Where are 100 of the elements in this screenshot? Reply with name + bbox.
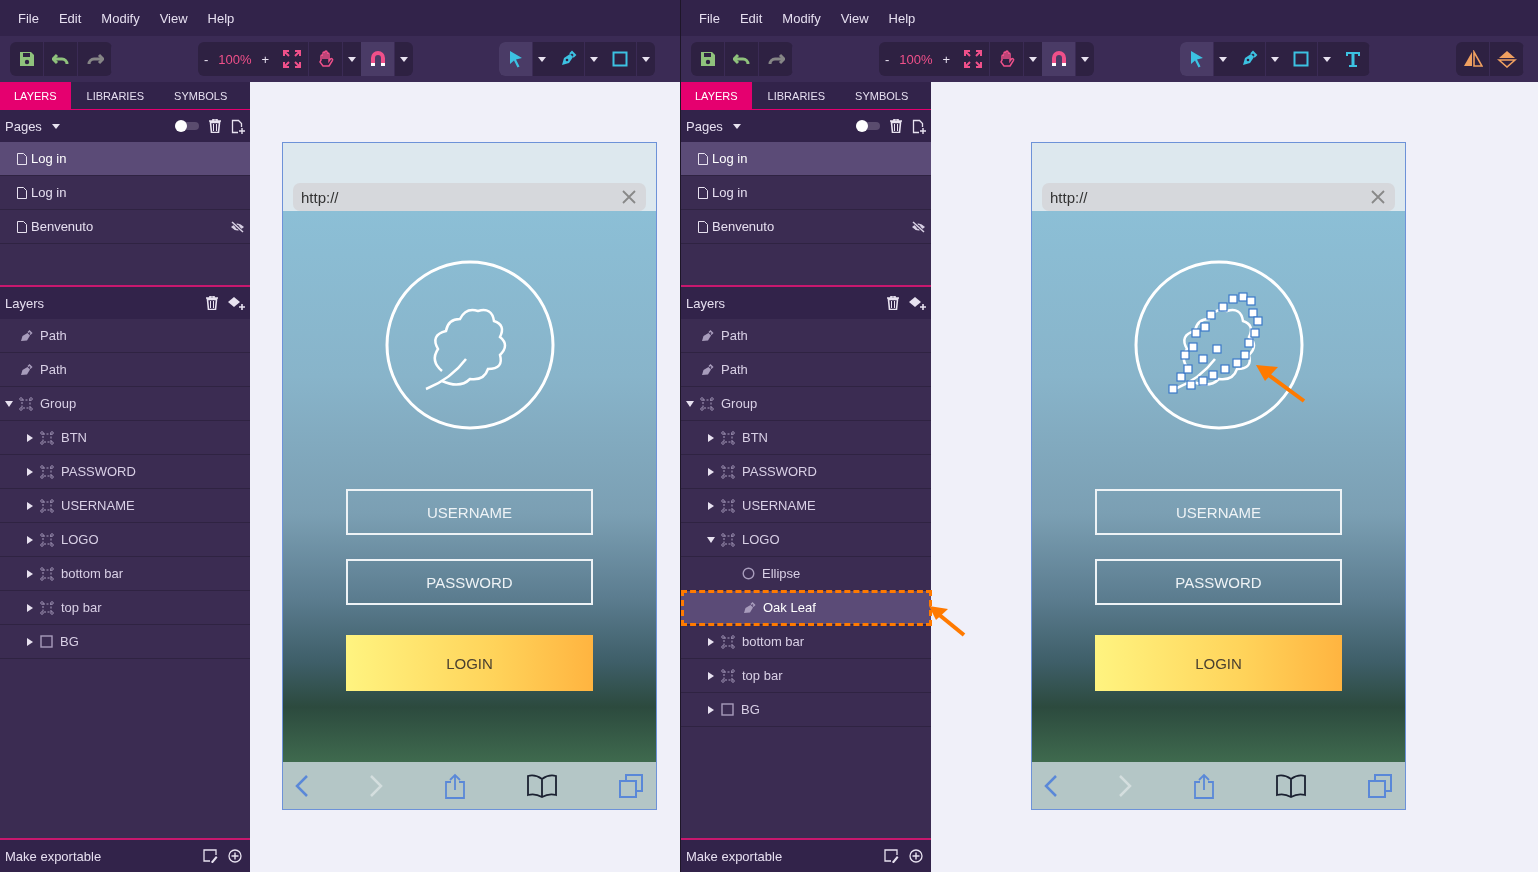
snap-button[interactable]	[361, 42, 396, 76]
panel-tab[interactable]: LAYERS	[0, 82, 71, 109]
layer-item[interactable]: BTN	[681, 421, 931, 455]
square-icon	[1292, 51, 1309, 67]
caret-icon[interactable]	[707, 500, 715, 511]
caret-icon[interactable]	[707, 670, 715, 681]
trash-icon	[887, 296, 899, 310]
panel-tab[interactable]: LIBRARIES	[70, 82, 161, 109]
page-item[interactable]: Log in	[681, 142, 931, 176]
layer-item[interactable]: Oak Leaf	[681, 591, 931, 625]
page-item[interactable]: Log in	[0, 142, 250, 176]
select-tool-button[interactable]	[499, 42, 534, 76]
menu-item[interactable]: View	[830, 10, 879, 26]
panel-tab[interactable]: SYMBOLS	[160, 82, 242, 109]
panel-tab[interactable]: LIBRARIES	[751, 82, 842, 109]
layer-item[interactable]: USERNAME	[681, 489, 931, 523]
menu-item[interactable]: Edit	[729, 10, 773, 26]
layer-item[interactable]: LOGO	[0, 523, 250, 557]
hand-icon	[316, 50, 335, 68]
layers-title: Layers	[686, 295, 726, 311]
expand-arrows-icon	[963, 50, 982, 68]
layer-item[interactable]: PASSWORD	[681, 455, 931, 489]
square-icon	[611, 51, 628, 67]
menu-item[interactable]: Modify	[772, 10, 831, 26]
menu-item[interactable]: Edit	[48, 10, 92, 26]
add-circle-icon	[909, 849, 923, 863]
layer-item[interactable]: BG	[0, 625, 250, 659]
zoom-out-button[interactable]: -	[879, 42, 896, 76]
menu-item[interactable]: Modify	[91, 10, 150, 26]
caret-icon[interactable]	[5, 398, 13, 409]
caret-icon[interactable]	[707, 432, 715, 443]
layer-item[interactable]: bottom bar	[0, 557, 250, 591]
group-icon	[40, 498, 54, 513]
panel-tab[interactable]: LAYERS	[681, 82, 752, 109]
caret-icon[interactable]	[707, 466, 715, 477]
zoom-level: 100%	[898, 51, 934, 67]
text-tool-icon	[1344, 51, 1361, 67]
page-item[interactable]: Benvenuto	[681, 210, 931, 244]
layer-item[interactable]: Group	[0, 387, 250, 421]
add-page-icon	[912, 118, 926, 134]
menu-item[interactable]: File	[689, 10, 730, 26]
hand-icon	[997, 50, 1016, 68]
page-item[interactable]: Benvenuto	[0, 210, 250, 244]
caret-icon[interactable]	[707, 534, 715, 545]
toggle-switch[interactable]	[856, 120, 880, 132]
layer-item[interactable]: BG	[681, 693, 931, 727]
zoom-in-button[interactable]: +	[936, 42, 957, 76]
layer-item[interactable]: USERNAME	[0, 489, 250, 523]
caret-icon[interactable]	[26, 500, 34, 511]
login-button[interactable]: LOGIN	[1095, 635, 1342, 691]
caret-icon[interactable]	[686, 398, 694, 409]
login-button[interactable]: LOGIN	[346, 635, 593, 691]
layer-item[interactable]: top bar	[0, 591, 250, 625]
caret-icon[interactable]	[26, 568, 34, 579]
select-tool-button[interactable]	[1180, 42, 1215, 76]
caret-icon	[1029, 56, 1038, 62]
menu-item[interactable]: File	[8, 10, 49, 26]
url-field[interactable]: http://	[293, 183, 646, 211]
export-icon	[203, 849, 218, 863]
group-icon	[40, 566, 54, 581]
add-circle-icon	[228, 849, 242, 863]
back-icon	[1044, 774, 1058, 797]
caret-icon[interactable]	[26, 636, 34, 647]
menu-item[interactable]: View	[149, 10, 198, 26]
caret-icon	[590, 56, 599, 62]
layer-item[interactable]: Group	[681, 387, 931, 421]
group-icon	[19, 396, 33, 411]
pen-nib-icon	[742, 600, 756, 615]
tabs-icon	[1367, 772, 1393, 799]
layer-item[interactable]: bottom bar	[681, 625, 931, 659]
page-icon	[17, 152, 27, 165]
layer-item[interactable]: PASSWORD	[0, 455, 250, 489]
share-icon	[1192, 772, 1215, 799]
expand-arrows-icon	[282, 50, 301, 68]
close-icon	[622, 190, 636, 204]
url-field[interactable]: http://	[1042, 183, 1395, 211]
caret-icon[interactable]	[26, 602, 34, 613]
book-icon	[525, 773, 558, 798]
login-field[interactable]: PASSWORD	[1095, 559, 1342, 605]
layer-item[interactable]: BTN	[0, 421, 250, 455]
snap-button[interactable]	[1042, 42, 1077, 76]
group-icon	[40, 532, 54, 547]
caret-icon	[1081, 56, 1090, 62]
menu-item[interactable]: Help	[878, 10, 926, 26]
panel-tab[interactable]: SYMBOLS	[841, 82, 923, 109]
undo-icon	[732, 52, 751, 66]
zoom-in-button[interactable]: +	[255, 42, 276, 76]
layer-item[interactable]: LOGO	[681, 523, 931, 557]
login-field[interactable]: PASSWORD	[346, 559, 593, 605]
caret-icon[interactable]	[26, 432, 34, 443]
caret-icon[interactable]	[707, 704, 715, 715]
group-icon	[721, 498, 735, 513]
caret-icon[interactable]	[26, 534, 34, 545]
zoom-out-button[interactable]: -	[198, 42, 215, 76]
layer-item[interactable]: top bar	[681, 659, 931, 693]
caret-icon[interactable]	[707, 636, 715, 647]
menu-item[interactable]: Help	[197, 10, 245, 26]
caret-icon[interactable]	[26, 466, 34, 477]
toggle-switch[interactable]	[175, 120, 199, 132]
make-exportable-label: Make exportable	[686, 848, 783, 864]
